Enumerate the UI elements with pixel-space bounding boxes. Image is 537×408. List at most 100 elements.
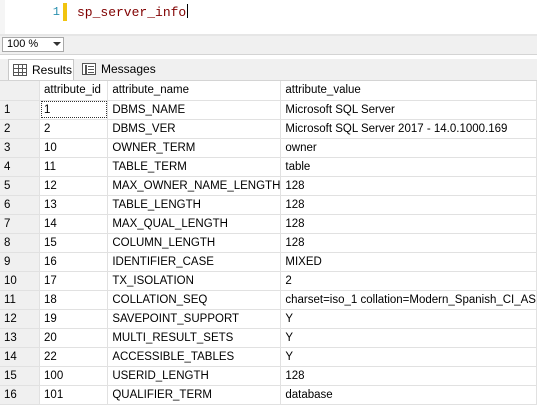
row-number-cell[interactable]: 6 [0, 195, 41, 215]
tab-label: Results [32, 63, 73, 77]
table-cell[interactable]: MAX_OWNER_NAME_LENGTH [107, 176, 282, 196]
row-number-cell[interactable]: 12 [0, 309, 41, 329]
column-header[interactable]: attribute_id [39, 81, 109, 101]
table-cell[interactable]: Y [280, 309, 537, 329]
table-cell[interactable]: Y [280, 347, 537, 367]
row-number-cell[interactable]: 9 [0, 252, 41, 272]
table-cell[interactable]: 16 [39, 252, 109, 272]
chevron-down-icon[interactable] [53, 42, 61, 46]
table-cell[interactable]: COLUMN_LENGTH [107, 233, 282, 253]
table-cell[interactable]: Microsoft SQL Server 2017 - 14.0.1000.16… [280, 119, 537, 139]
table-cell[interactable]: database [280, 385, 537, 405]
results-table: attribute_id attribute_name attribute_va… [0, 81, 537, 405]
table-row[interactable]: 13 20 MULTI_RESULT_SETS Y [0, 328, 537, 348]
text-caret [187, 4, 189, 18]
table-cell[interactable]: charset=iso_1 collation=Modern_Spanish_C… [280, 290, 537, 310]
row-number-cell[interactable]: 14 [0, 347, 41, 367]
table-cell[interactable]: 20 [39, 328, 109, 348]
column-header[interactable]: attribute_value [280, 81, 537, 101]
table-row[interactable]: 16 101 QUALIFIER_TERM database [0, 385, 537, 405]
row-number-cell[interactable]: 4 [0, 157, 41, 177]
table-cell[interactable]: 19 [39, 309, 109, 329]
row-number-cell[interactable]: 15 [0, 366, 41, 386]
table-cell[interactable]: owner [280, 138, 537, 158]
table-cell[interactable]: COLLATION_SEQ [107, 290, 282, 310]
table-row[interactable]: 11 18 COLLATION_SEQ charset=iso_1 collation… [0, 290, 537, 310]
change-indicator [63, 3, 67, 21]
table-row[interactable]: 14 22 ACCESSIBLE_TABLES Y [0, 347, 537, 367]
table-cell[interactable]: USERID_LENGTH [107, 366, 282, 386]
table-cell[interactable]: 101 [39, 385, 109, 405]
table-cell[interactable]: 128 [280, 176, 537, 196]
table-cell[interactable]: DBMS_NAME [107, 100, 282, 120]
table-row[interactable]: 9 16 IDENTIFIER_CASE MIXED [0, 252, 537, 272]
table-cell[interactable]: 128 [280, 366, 537, 386]
row-number-cell[interactable]: 2 [0, 119, 41, 139]
table-cell[interactable]: 128 [280, 214, 537, 234]
table-cell[interactable]: Y [280, 328, 537, 348]
table-cell[interactable]: 22 [39, 347, 109, 367]
table-cell[interactable]: table [280, 157, 537, 177]
table-cell[interactable]: Microsoft SQL Server [280, 100, 537, 120]
results-grid[interactable]: attribute_id attribute_name attribute_va… [0, 81, 537, 408]
row-number-cell[interactable]: 7 [0, 214, 41, 234]
table-cell[interactable]: MULTI_RESULT_SETS [107, 328, 282, 348]
table-row[interactable]: 15 100 USERID_LENGTH 128 [0, 366, 537, 386]
table-cell[interactable]: TABLE_TERM [107, 157, 282, 177]
table-cell[interactable]: TX_ISOLATION [107, 271, 282, 291]
table-cell[interactable]: ACCESSIBLE_TABLES [107, 347, 282, 367]
table-row[interactable]: 12 19 SAVEPOINT_SUPPORT Y [0, 309, 537, 329]
table-cell[interactable]: 17 [39, 271, 109, 291]
zoom-bar: 100 % [0, 36, 537, 55]
table-cell[interactable]: QUALIFIER_TERM [107, 385, 282, 405]
tab-label: Messages [101, 62, 156, 76]
table-cell[interactable]: IDENTIFIER_CASE [107, 252, 282, 272]
table-row[interactable]: 10 17 TX_ISOLATION 2 [0, 271, 537, 291]
results-tabs: Results Messages [0, 59, 537, 81]
table-row[interactable]: 7 14 MAX_QUAL_LENGTH 128 [0, 214, 537, 234]
table-row[interactable]: 5 12 MAX_OWNER_NAME_LENGTH 128 [0, 176, 537, 196]
code-line[interactable]: sp_server_info [77, 4, 189, 20]
table-row[interactable]: 6 13 TABLE_LENGTH 128 [0, 195, 537, 215]
table-cell[interactable]: 128 [280, 195, 537, 215]
column-header[interactable]: attribute_name [107, 81, 282, 101]
row-number-cell[interactable]: 1 [0, 100, 41, 120]
table-cell[interactable]: TABLE_LENGTH [107, 195, 282, 215]
zoom-dropdown[interactable]: 100 % [2, 37, 64, 52]
table-cell[interactable]: 1 [39, 100, 109, 120]
row-number-cell[interactable]: 16 [0, 385, 41, 405]
table-cell[interactable]: OWNER_TERM [107, 138, 282, 158]
code-text[interactable]: sp_server_info [77, 5, 186, 20]
table-row[interactable]: 8 15 COLUMN_LENGTH 128 [0, 233, 537, 253]
table-cell[interactable]: DBMS_VER [107, 119, 282, 139]
table-cell[interactable]: 128 [280, 233, 537, 253]
table-cell[interactable]: MAX_QUAL_LENGTH [107, 214, 282, 234]
table-cell[interactable]: SAVEPOINT_SUPPORT [107, 309, 282, 329]
tab-messages[interactable]: Messages [78, 59, 156, 79]
table-cell[interactable]: 11 [39, 157, 109, 177]
table-cell[interactable]: 100 [39, 366, 109, 386]
row-number-cell[interactable]: 13 [0, 328, 41, 348]
row-number-cell[interactable]: 11 [0, 290, 41, 310]
table-cell[interactable]: 18 [39, 290, 109, 310]
table-cell[interactable]: 14 [39, 214, 109, 234]
corner-cell[interactable] [0, 81, 41, 101]
table-cell[interactable]: 10 [39, 138, 109, 158]
table-row[interactable]: 4 11 TABLE_TERM table [0, 157, 537, 177]
tab-results[interactable]: Results [8, 59, 74, 80]
table-cell[interactable]: 2 [39, 119, 109, 139]
table-cell[interactable]: MIXED [280, 252, 537, 272]
table-cell[interactable]: 12 [39, 176, 109, 196]
editor-gutter [0, 0, 5, 34]
query-editor[interactable]: 1 sp_server_info [0, 0, 537, 34]
row-number-cell[interactable]: 5 [0, 176, 41, 196]
table-cell[interactable]: 2 [280, 271, 537, 291]
table-row[interactable]: 1 1 DBMS_NAME Microsoft SQL Server [0, 100, 537, 120]
table-cell[interactable]: 15 [39, 233, 109, 253]
row-number-cell[interactable]: 10 [0, 271, 41, 291]
row-number-cell[interactable]: 8 [0, 233, 41, 253]
table-cell[interactable]: 13 [39, 195, 109, 215]
row-number-cell[interactable]: 3 [0, 138, 41, 158]
table-row[interactable]: 2 2 DBMS_VER Microsoft SQL Server 2017 - 14… [0, 119, 537, 139]
table-row[interactable]: 3 10 OWNER_TERM owner [0, 138, 537, 158]
